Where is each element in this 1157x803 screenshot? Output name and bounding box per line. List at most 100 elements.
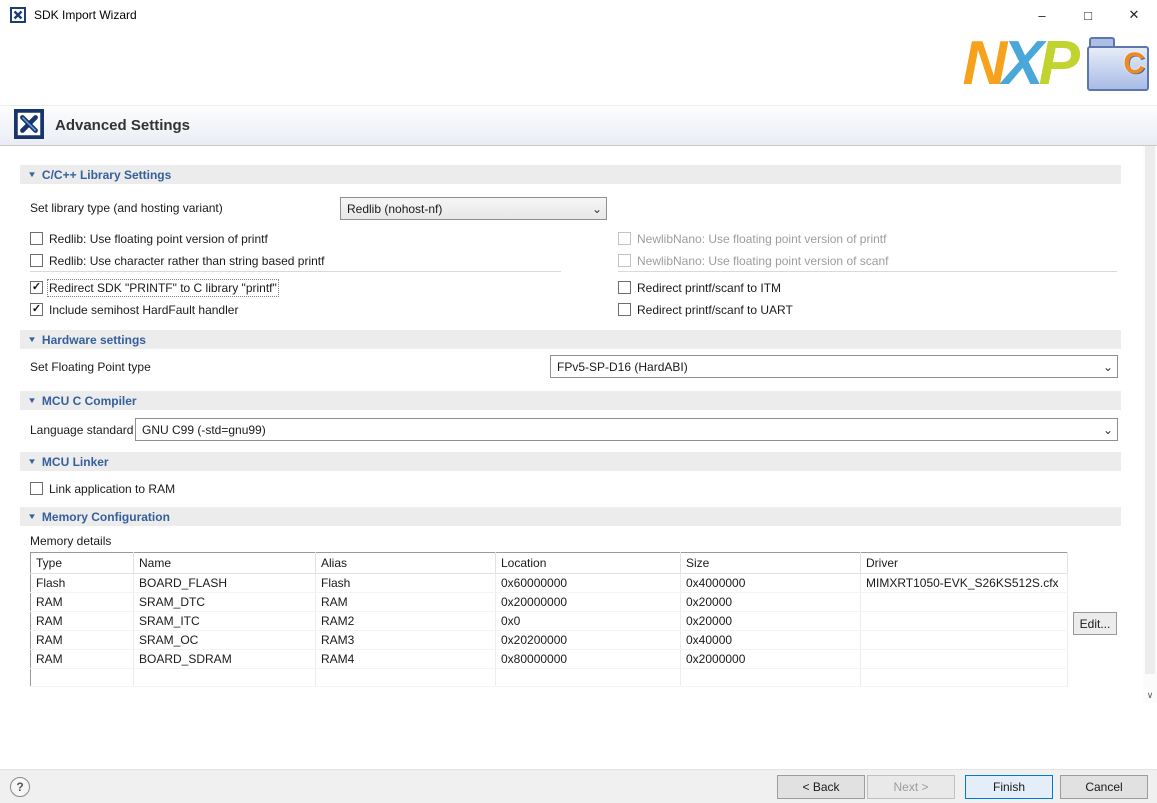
table-row[interactable]: RAM SRAM_ITC RAM2 0x0 0x20000 (31, 612, 1068, 631)
floating-point-select[interactable]: FPv5-SP-D16 (HardABI) ⌄ (550, 355, 1118, 378)
cell-alias: RAM2 (316, 612, 496, 631)
table-row[interactable]: RAM SRAM_DTC RAM 0x20000000 0x20000 (31, 593, 1068, 612)
cell-size (681, 669, 861, 687)
table-row[interactable]: RAM SRAM_OC RAM3 0x20200000 0x40000 (31, 631, 1068, 650)
checkbox-newlibnano-float-scanf[interactable]: NewlibNano: Use floating point version o… (618, 253, 888, 268)
cell-name: BOARD_FLASH (134, 574, 316, 593)
library-type-value: Redlib (nohost-nf) (347, 202, 442, 216)
check-icon: ✓ (32, 304, 41, 315)
checkbox-box[interactable] (30, 482, 43, 495)
checkbox-box[interactable] (618, 281, 631, 294)
scroll-down-icon: ∨ (1147, 690, 1154, 701)
help-button[interactable]: ? (10, 777, 30, 797)
checkbox-box[interactable] (618, 232, 631, 245)
cell-size: 0x4000000 (681, 574, 861, 593)
col-header-location: Location (496, 553, 681, 574)
table-row-empty[interactable] (31, 669, 1068, 687)
cell-driver (861, 650, 1068, 669)
cell-name: SRAM_ITC (134, 612, 316, 631)
mcuxpresso-folder-icon: C (1087, 37, 1149, 91)
scroll-down-button[interactable]: ∨ (1143, 687, 1157, 703)
window-controls: – □ ✕ (1019, 0, 1157, 30)
library-type-select[interactable]: Redlib (nohost-nf) ⌄ (340, 197, 607, 220)
checkbox-semihost-hardfault[interactable]: ✓ Include semihost HardFault handler (30, 302, 238, 317)
section-title-hardware: Hardware settings (42, 333, 146, 347)
help-icon: ? (16, 780, 23, 794)
separator (618, 271, 1117, 272)
cell-type: RAM (31, 593, 134, 612)
cell-driver (861, 593, 1068, 612)
next-button[interactable]: Next > (867, 775, 955, 799)
chevron-down-icon: ⌄ (1099, 423, 1117, 437)
checkbox-redirect-itm[interactable]: Redirect printf/scanf to ITM (618, 280, 781, 295)
cell-type: RAM (31, 612, 134, 631)
checkbox-link-to-ram[interactable]: Link application to RAM (30, 481, 175, 496)
cell-size: 0x2000000 (681, 650, 861, 669)
cell-alias: RAM (316, 593, 496, 612)
vertical-scrollbar[interactable]: ∨ (1143, 146, 1157, 703)
floating-point-value: FPv5-SP-D16 (HardABI) (557, 360, 688, 374)
cancel-button[interactable]: Cancel (1060, 775, 1148, 799)
mcuxpresso-x-icon (14, 109, 44, 142)
section-header-memory[interactable]: ▼ Memory Configuration (20, 507, 1121, 526)
cell-name (134, 669, 316, 687)
nxp-logo: N X P C (963, 32, 1150, 96)
collapse-arrow-icon: ▼ (27, 335, 37, 344)
library-type-label: Set library type (and hosting variant) (30, 201, 223, 216)
section-header-linker[interactable]: ▼ MCU Linker (20, 452, 1121, 471)
section-title-library: C/C++ Library Settings (42, 168, 171, 182)
page-header: Advanced Settings (0, 105, 1157, 146)
close-button[interactable]: ✕ (1111, 0, 1157, 30)
checkbox-newlibnano-float-printf[interactable]: NewlibNano: Use floating point version o… (618, 231, 886, 246)
checkbox-redirect-sdk-printf[interactable]: ✓ Redirect SDK "PRINTF" to C library "pr… (30, 280, 277, 295)
nxp-letter-p: P (1039, 35, 1075, 93)
cell-location: 0x20200000 (496, 631, 681, 650)
maximize-button[interactable]: □ (1065, 0, 1111, 30)
section-header-hardware[interactable]: ▼ Hardware settings (20, 330, 1121, 349)
collapse-arrow-icon: ▼ (27, 396, 37, 405)
cell-location: 0x0 (496, 612, 681, 631)
section-header-library[interactable]: ▼ C/C++ Library Settings (20, 165, 1121, 184)
minimize-button[interactable]: – (1019, 0, 1065, 30)
collapse-arrow-icon: ▼ (27, 170, 37, 179)
window-title: SDK Import Wizard (34, 8, 137, 22)
back-button[interactable]: < Back (777, 775, 865, 799)
checkbox-redlib-float-printf[interactable]: Redlib: Use floating point version of pr… (30, 231, 268, 246)
col-header-size: Size (681, 553, 861, 574)
language-standard-select[interactable]: GNU C99 (-std=gnu99) ⌄ (135, 418, 1118, 441)
footer-bar: ? < Back Next > Finish Cancel (0, 769, 1157, 803)
checkbox-box[interactable] (618, 303, 631, 316)
section-header-compiler[interactable]: ▼ MCU C Compiler (20, 391, 1121, 410)
section-title-compiler: MCU C Compiler (42, 394, 137, 408)
checkbox-box-checked[interactable]: ✓ (30, 281, 43, 294)
scrollbar-thumb[interactable] (1145, 146, 1155, 674)
nxp-wordmark: N X P (963, 35, 1076, 93)
cell-size: 0x20000 (681, 593, 861, 612)
col-header-driver: Driver (861, 553, 1068, 574)
checkbox-box[interactable] (618, 254, 631, 267)
chevron-down-icon: ⌄ (1099, 360, 1117, 374)
edit-button[interactable]: Edit... (1073, 612, 1117, 635)
checkbox-box[interactable] (30, 232, 43, 245)
cell-size: 0x20000 (681, 612, 861, 631)
table-header-row: Type Name Alias Location Size Driver (31, 553, 1068, 574)
cell-size: 0x40000 (681, 631, 861, 650)
app-icon (10, 7, 26, 23)
col-header-alias: Alias (316, 553, 496, 574)
memory-table[interactable]: Type Name Alias Location Size Driver Fla… (30, 552, 1068, 687)
cell-name: BOARD_SDRAM (134, 650, 316, 669)
cell-location (496, 669, 681, 687)
cell-driver (861, 612, 1068, 631)
table-row[interactable]: Flash BOARD_FLASH Flash 0x60000000 0x400… (31, 574, 1068, 593)
checkbox-redirect-uart[interactable]: Redirect printf/scanf to UART (618, 302, 793, 317)
checkbox-box[interactable] (30, 254, 43, 267)
table-row[interactable]: RAM BOARD_SDRAM RAM4 0x80000000 0x200000… (31, 650, 1068, 669)
col-header-type: Type (31, 553, 134, 574)
checkbox-redlib-char-printf[interactable]: Redlib: Use character rather than string… (30, 253, 324, 268)
finish-button[interactable]: Finish (965, 775, 1053, 799)
checkbox-box-checked[interactable]: ✓ (30, 303, 43, 316)
folder-c-letter: C (1123, 49, 1145, 79)
cell-alias: RAM3 (316, 631, 496, 650)
cell-driver (861, 669, 1068, 687)
sdk-import-wizard-window: SDK Import Wizard – □ ✕ N X P C Advance (0, 0, 1157, 803)
